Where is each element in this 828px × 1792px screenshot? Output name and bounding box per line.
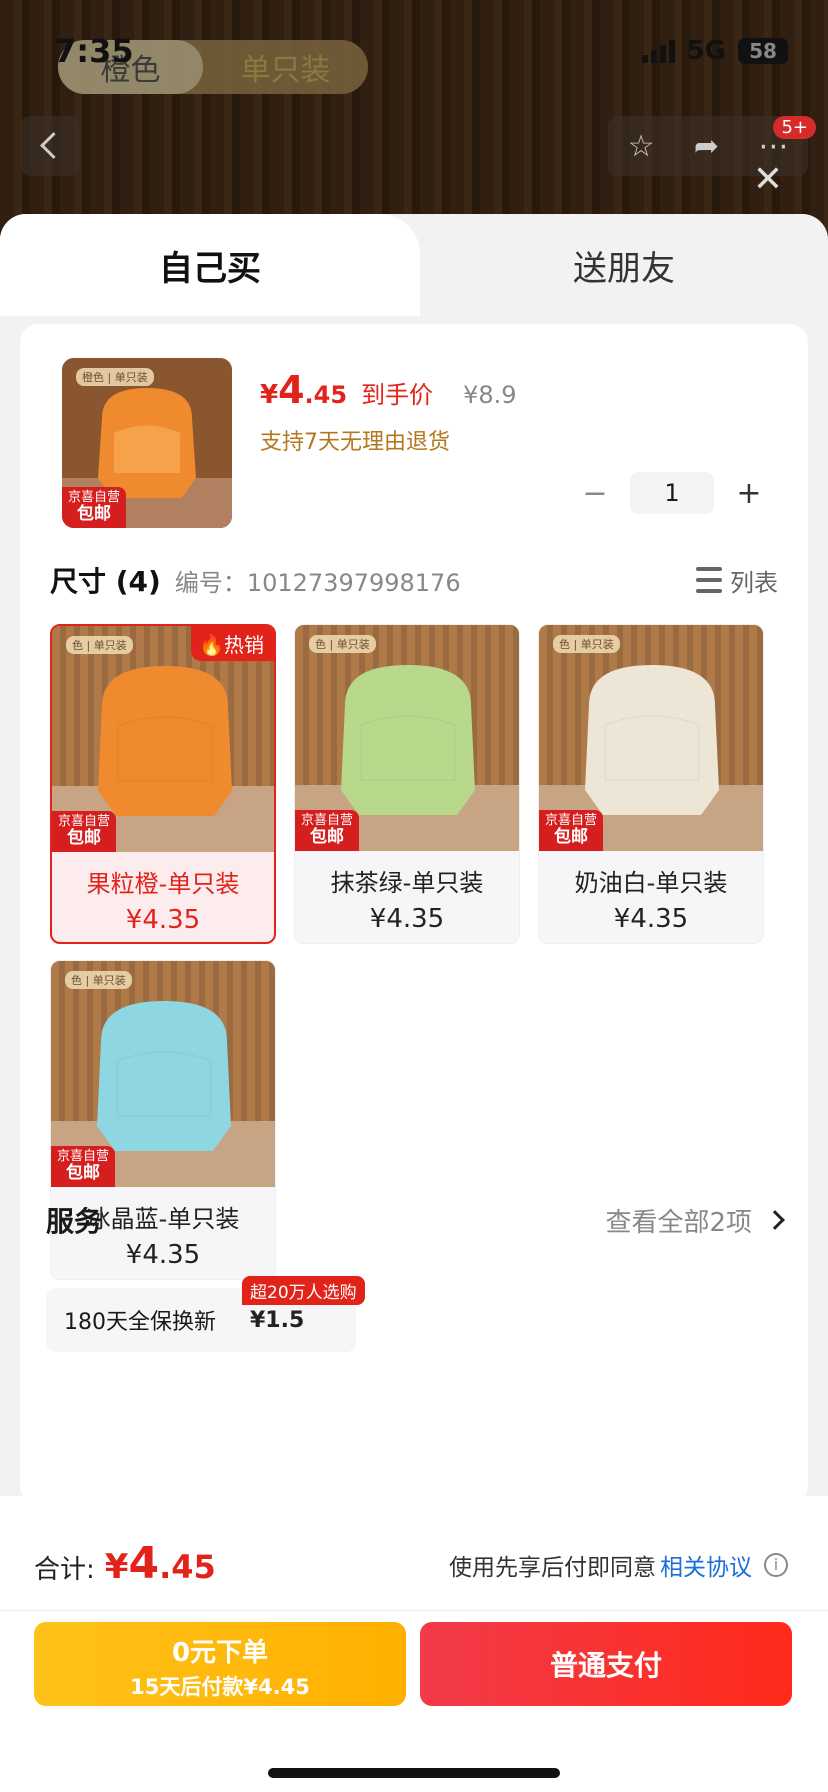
purchase-tabs: 自己买 送朋友	[0, 214, 828, 316]
service-title: 服务	[46, 1205, 103, 1238]
final-price-label: 到手价	[361, 381, 434, 409]
return-policy: 支持7天无理由退货	[260, 430, 450, 455]
status-bar: 7:35 5G 58	[0, 0, 828, 100]
jd-selfrun-badge: 京喜自营 包邮	[295, 810, 360, 851]
option-variant-tag: 色 | 单只装	[66, 636, 133, 654]
option-name: 抹茶绿-单只装	[330, 869, 484, 897]
list-view-toggle[interactable]: 列表	[696, 563, 778, 598]
chevron-right-icon	[765, 1210, 785, 1230]
tab-buy-self[interactable]: 自己买	[0, 214, 420, 316]
info-icon[interactable]: i	[764, 1553, 788, 1577]
share-icon[interactable]: ➦	[694, 129, 719, 164]
list-icon	[696, 567, 722, 593]
option-variant-tag: 色 | 单只装	[309, 635, 376, 653]
option-price: ¥4.35	[125, 905, 201, 935]
thumb-variant-tag: 橙色 | 单只装	[76, 368, 154, 386]
size-title: 尺寸 (4)	[50, 565, 161, 598]
service-view-all[interactable]: 查看全部2项	[605, 1202, 785, 1239]
option-variant-tag: 色 | 单只装	[65, 971, 132, 989]
option-price: ¥4.35	[125, 1240, 201, 1270]
status-time: 7:35	[54, 32, 134, 70]
signal-icon	[641, 39, 675, 63]
total-price: 合计: ¥ 4 .45	[34, 1538, 216, 1589]
size-option[interactable]: 色 | 单只装 京喜自营 包邮 奶油白-单只装 ¥4.35	[538, 624, 764, 944]
product-code: 编号：10127397998176	[174, 568, 461, 597]
jd-selfrun-badge: 京喜自营 包邮	[539, 810, 604, 851]
tab-send-friend[interactable]: 送朋友	[420, 214, 828, 316]
option-image: 色 | 单只装 京喜自营 包邮	[539, 625, 763, 851]
original-price: ¥8.9	[463, 381, 517, 409]
star-icon[interactable]: ☆	[628, 129, 655, 164]
quantity-value[interactable]: 1	[630, 472, 714, 514]
option-price: ¥4.35	[613, 904, 689, 934]
option-price: ¥4.35	[369, 904, 445, 934]
jd-selfrun-badge: 京喜自营 包邮	[62, 487, 127, 528]
size-option[interactable]: 色 | 单只装 京喜自营 包邮 抹茶绿-单只装 ¥4.35	[294, 624, 520, 944]
notification-badge: 5+	[773, 116, 816, 139]
close-icon[interactable]: ✕	[752, 162, 784, 198]
option-name: 奶油白-单只装	[574, 869, 728, 897]
checkout-footer: 合计: ¥ 4 .45 使用先享后付即同意 相关协议 i 0元下单 15天后付款…	[0, 1496, 828, 1792]
back-button[interactable]	[20, 116, 80, 176]
option-name: 果粒橙-单只装	[86, 870, 240, 898]
product-thumbnail: 橙色 | 单只装 京喜自营 包邮	[62, 358, 232, 528]
quantity-stepper: − 1 +	[578, 472, 766, 514]
battery-icon: 58	[738, 38, 788, 64]
jd-selfrun-badge: 京喜自营 包邮	[51, 1146, 116, 1187]
normal-pay-button[interactable]: 普通支付	[420, 1622, 792, 1706]
divider	[0, 1610, 828, 1611]
size-header: 尺寸 (4) 编号：10127397998176 列表	[50, 560, 778, 600]
service-popular-badge: 超20万人选购	[242, 1276, 365, 1305]
product-card: 橙色 | 单只装 京喜自营 包邮 ¥ 4 .45 到手价 ¥8.9 支持7天无理由…	[20, 324, 808, 1504]
hot-sale-badge: 🔥热销	[191, 626, 274, 661]
plus-button[interactable]: +	[732, 476, 766, 511]
home-indicator	[268, 1768, 560, 1778]
pay-later-button[interactable]: 0元下单 15天后付款¥4.45	[34, 1622, 406, 1706]
jd-selfrun-badge: 京喜自营 包邮	[52, 811, 117, 852]
option-variant-tag: 色 | 单只装	[553, 635, 620, 653]
agreement-link[interactable]: 相关协议	[660, 1548, 752, 1582]
minus-button[interactable]: −	[578, 476, 612, 511]
option-image: 色 | 单只装 京喜自营 包邮	[51, 961, 275, 1187]
network-type: 5G	[686, 36, 726, 66]
option-image: 色 | 单只装 京喜自营 包邮	[295, 625, 519, 851]
service-header: 服务 查看全部2项	[46, 1200, 785, 1240]
size-option[interactable]: 色 | 单只装 京喜自营 包邮 🔥热销 果粒橙-单只装 ¥4.35	[50, 624, 276, 944]
agreement-text: 使用先享后付即同意 相关协议 i	[449, 1548, 788, 1582]
product-price: ¥ 4 .45 到手价 ¥8.9	[260, 368, 517, 412]
